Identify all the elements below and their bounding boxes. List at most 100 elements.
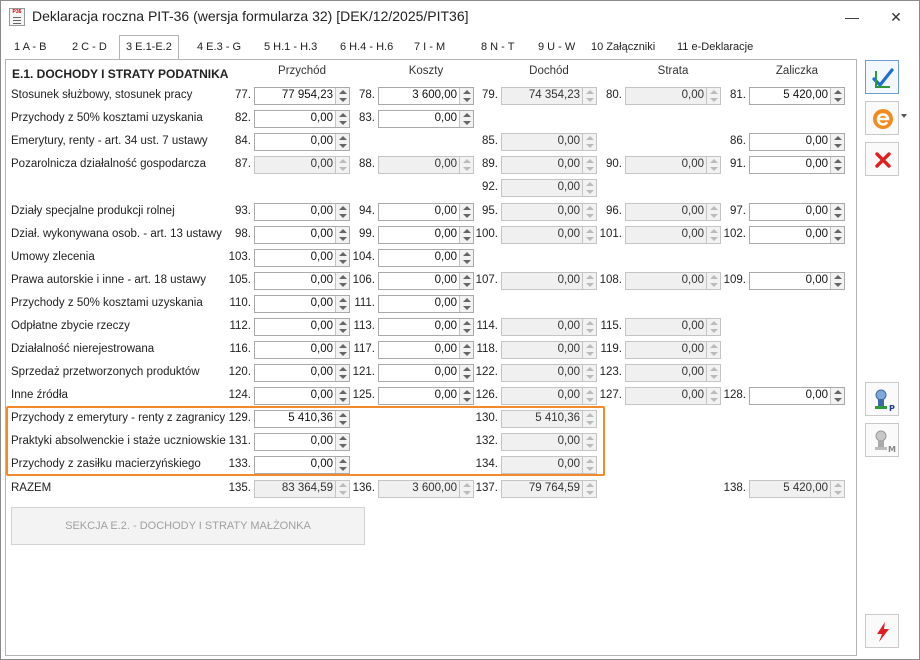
spin-control[interactable] — [830, 134, 844, 150]
tab-5[interactable]: 5 H.1 - H.3 — [258, 37, 323, 59]
spin-down-icon[interactable] — [834, 398, 842, 402]
tab-11[interactable]: 11 e-Deklaracje — [671, 37, 759, 59]
amount-field[interactable]: 0,00 — [378, 295, 474, 313]
amount-value: 0,00 — [310, 389, 333, 401]
spin-down-icon[interactable] — [834, 237, 842, 241]
amount-field[interactable]: 0,00 — [254, 226, 350, 244]
amount-field: 0,00 — [625, 272, 721, 290]
amount-value: 3 600,00 — [412, 482, 457, 494]
spin-control[interactable] — [830, 273, 844, 289]
amount-field: 83 364,59 — [254, 480, 350, 498]
minimize-button[interactable]: — — [837, 5, 867, 29]
spin-control[interactable] — [335, 134, 349, 150]
amount-field[interactable]: 0,00 — [254, 318, 350, 336]
tab-9[interactable]: 9 U - W — [532, 37, 581, 59]
amount-field[interactable]: 0,00 — [254, 272, 350, 290]
amount-field[interactable]: 0,00 — [749, 203, 845, 221]
spin-down-icon[interactable] — [834, 167, 842, 171]
chevron-down-icon[interactable] — [901, 114, 907, 118]
spin-control[interactable] — [459, 296, 473, 312]
spin-up-icon[interactable] — [834, 275, 842, 279]
amount-field[interactable]: 0,00 — [378, 387, 474, 405]
close-button[interactable]: ✕ — [881, 5, 911, 29]
amount-field[interactable]: 5 420,00 — [749, 87, 845, 105]
amount-value: 0,00 — [557, 158, 580, 170]
stamp-m-button[interactable]: M — [865, 423, 899, 457]
tab-4[interactable]: 4 E.3 - G — [191, 37, 247, 59]
spin-down-icon[interactable] — [834, 144, 842, 148]
amount-field[interactable]: 3 600,00 — [378, 87, 474, 105]
cancel-button[interactable] — [865, 142, 899, 176]
spin-down-icon[interactable] — [834, 214, 842, 218]
amount-field[interactable]: 0,00 — [378, 226, 474, 244]
amount-value: 0,00 — [681, 89, 704, 101]
amount-field[interactable]: 0,00 — [749, 226, 845, 244]
tab-3[interactable]: 3 E.1-E.2 — [119, 35, 179, 60]
spin-down-icon[interactable] — [463, 306, 471, 310]
spin-control[interactable] — [830, 88, 844, 104]
tab-7[interactable]: 7 I - M — [408, 37, 451, 59]
tab-6[interactable]: 6 H.4 - H.6 — [334, 37, 399, 59]
amount-field[interactable]: 0,00 — [254, 110, 350, 128]
row-label: Emerytury, renty - art. 34 ust. 7 ustawy — [11, 135, 208, 147]
amount-field[interactable]: 0,00 — [378, 318, 474, 336]
lightning-button[interactable] — [865, 614, 899, 648]
spin-down-icon[interactable] — [339, 144, 347, 148]
amount-field[interactable]: 0,00 — [749, 156, 845, 174]
spin-control[interactable] — [459, 111, 473, 127]
tab-1[interactable]: 1 A - B — [8, 37, 52, 59]
amount-field[interactable]: 0,00 — [254, 295, 350, 313]
amount-field[interactable]: 0,00 — [378, 249, 474, 267]
spin-up-icon[interactable] — [834, 90, 842, 94]
field-number: 122. — [475, 366, 498, 378]
spin-up-icon[interactable] — [463, 113, 471, 117]
spouse-section-button[interactable]: SEKCJA E.2. - DOCHODY I STRATY MAŁŻONKA — [11, 507, 365, 545]
amount-field[interactable]: 0,00 — [254, 203, 350, 221]
spin-down-icon[interactable] — [834, 283, 842, 287]
save-button[interactable] — [865, 60, 899, 94]
spin-control[interactable] — [459, 250, 473, 266]
amount-field[interactable]: 0,00 — [378, 272, 474, 290]
spin-control[interactable] — [830, 227, 844, 243]
amount-field[interactable]: 0,00 — [254, 364, 350, 382]
spin-down-icon[interactable] — [463, 260, 471, 264]
spin-control — [830, 481, 844, 497]
spin-up-icon[interactable] — [834, 206, 842, 210]
spin-up-icon[interactable] — [834, 159, 842, 163]
spin-control[interactable] — [830, 388, 844, 404]
amount-field[interactable]: 0,00 — [378, 341, 474, 359]
e-declaration-button[interactable] — [865, 101, 899, 135]
svg-text:P: P — [889, 404, 895, 413]
row-label: RAZEM — [11, 482, 52, 494]
spin-up-icon[interactable] — [834, 229, 842, 233]
amount-field[interactable]: 0,00 — [378, 110, 474, 128]
spin-control — [706, 342, 720, 358]
spin-control[interactable] — [830, 157, 844, 173]
amount-field[interactable]: 0,00 — [254, 249, 350, 267]
amount-field[interactable]: 0,00 — [378, 203, 474, 221]
amount-field[interactable]: 0,00 — [254, 133, 350, 151]
field-number: 91. — [730, 158, 746, 170]
tab-10[interactable]: 10 Załączniki — [585, 37, 661, 59]
spin-down-icon[interactable] — [463, 121, 471, 125]
spin-control — [582, 134, 596, 150]
spin-control[interactable] — [830, 204, 844, 220]
spin-up-icon[interactable] — [834, 136, 842, 140]
spin-up-icon[interactable] — [339, 136, 347, 140]
spin-up-icon — [586, 182, 594, 186]
tab-8[interactable]: 8 N - T — [475, 37, 520, 59]
spin-up-icon[interactable] — [463, 298, 471, 302]
amount-field[interactable]: 0,00 — [749, 133, 845, 151]
tab-2[interactable]: 2 C - D — [66, 37, 113, 59]
amount-field[interactable]: 0,00 — [254, 341, 350, 359]
amount-field[interactable]: 77 954,23 — [254, 87, 350, 105]
stamp-p-button[interactable]: P — [865, 382, 899, 416]
spin-up-icon[interactable] — [463, 252, 471, 256]
amount-field[interactable]: 0,00 — [378, 364, 474, 382]
amount-field[interactable]: 0,00 — [749, 387, 845, 405]
spin-down-icon[interactable] — [834, 98, 842, 102]
field-number: 90. — [606, 158, 622, 170]
amount-field[interactable]: 0,00 — [749, 272, 845, 290]
spin-up-icon[interactable] — [834, 390, 842, 394]
amount-field[interactable]: 0,00 — [254, 387, 350, 405]
